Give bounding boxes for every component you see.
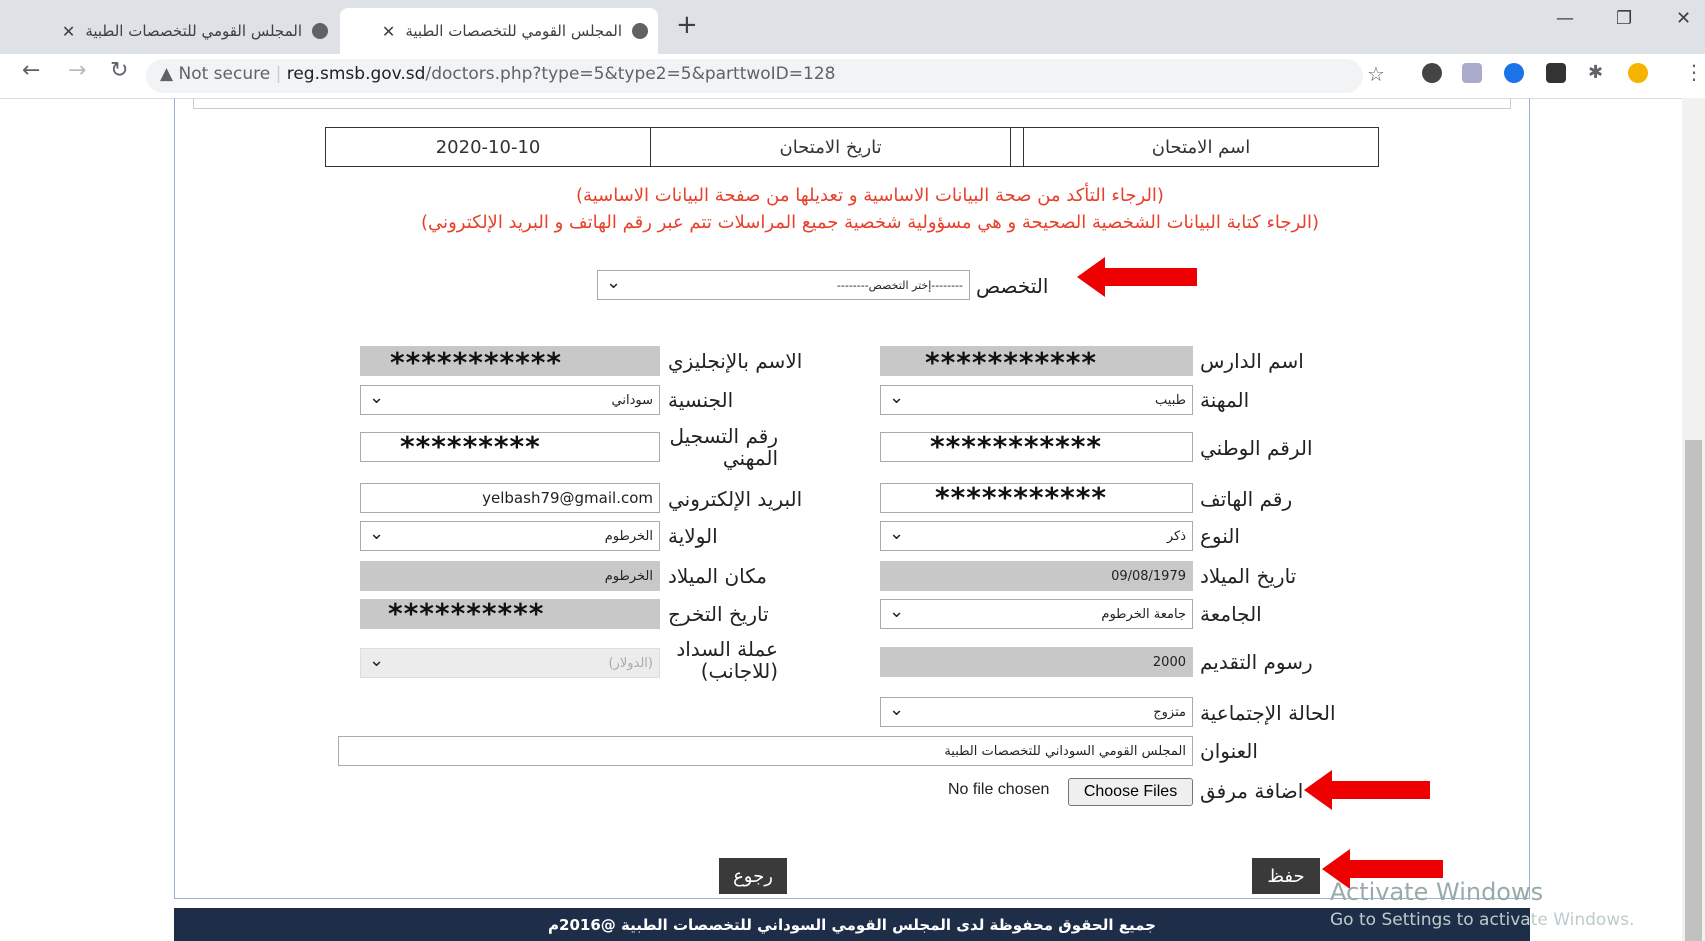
save-button[interactable]: حفظ xyxy=(1252,858,1320,894)
activation-watermark-sub: Go to Settings to activate Windows. xyxy=(1330,910,1635,930)
star-icon[interactable]: ☆ xyxy=(1367,62,1385,86)
student-name-mask: *********** xyxy=(925,346,1098,379)
nationality-select[interactable]: سوداني xyxy=(360,385,660,415)
university-label: الجامعة xyxy=(1200,602,1262,626)
nationality-value: سوداني xyxy=(611,392,653,408)
new-tab-icon[interactable]: + xyxy=(676,10,698,40)
nationality-label: الجنسية xyxy=(668,388,734,412)
tab-title: المجلس القومي للتخصصات الطبية xyxy=(85,22,302,40)
grad-date-mask: ********** xyxy=(388,597,545,630)
birth-date-label: تاريخ الميلاد xyxy=(1200,564,1297,588)
fees-field[interactable]: 2000 xyxy=(880,647,1193,677)
browser-tab-active[interactable]: المجلس القومي للتخصصات الطبية ✕ xyxy=(340,8,658,54)
url-host: reg.smsb.gov.sd xyxy=(286,64,426,84)
close-icon[interactable]: ✕ xyxy=(62,22,75,41)
birth-place-label: مكان الميلاد xyxy=(668,564,767,588)
restore-icon[interactable]: ❐ xyxy=(1616,8,1632,29)
globe-icon xyxy=(312,23,328,39)
back-icon[interactable]: ← xyxy=(22,58,40,83)
footer: جميع الحقوق محفوظة لدى المجلس القومي الس… xyxy=(174,908,1530,941)
currency-label: عملة السداد (للاجانب) xyxy=(676,637,778,683)
profession-select[interactable]: طبيب xyxy=(880,385,1193,415)
browser-tab[interactable]: المجلس القومي للتخصصات الطبية ✕ xyxy=(28,8,338,54)
specialty-placeholder: --------إختر التخصص-------- xyxy=(836,278,963,292)
activation-watermark: Activate Windows xyxy=(1330,878,1544,906)
url-text[interactable]: ▲ Not secure | reg.smsb.gov.sd/doctors.p… xyxy=(160,64,835,84)
reload-icon[interactable]: ↻ xyxy=(110,58,128,83)
back-button[interactable]: رجوع xyxy=(719,858,787,894)
extension-icon[interactable] xyxy=(1462,63,1482,83)
state-value: الخرطوم xyxy=(604,528,653,544)
address-label: العنوان xyxy=(1200,739,1258,763)
birth-date-value: 09/08/1979 xyxy=(1111,568,1186,584)
red-arrow xyxy=(1304,770,1430,810)
birth-date-field[interactable]: 09/08/1979 xyxy=(880,561,1193,591)
puzzle-icon[interactable]: ✱ xyxy=(1588,62,1603,83)
header-box xyxy=(193,98,1511,109)
email-value: yelbash79@gmail.com xyxy=(482,489,653,507)
reg-number-mask: ********* xyxy=(400,430,541,463)
file-status: No file chosen xyxy=(948,781,1050,798)
phone-label: رقم الهاتف xyxy=(1200,487,1293,511)
tab-title: المجلس القومي للتخصصات الطبية xyxy=(405,22,622,40)
birth-place-field[interactable]: الخرطوم xyxy=(360,561,660,591)
state-select[interactable]: الخرطوم xyxy=(360,521,660,551)
currency-value: (الدولار) xyxy=(608,655,653,671)
gender-label: النوع xyxy=(1200,524,1240,548)
note-personal-data: (الرجاء كتابة البيانات الشخصية الصحيحة و… xyxy=(421,212,1319,233)
grad-date-label: تاريخ التخرج xyxy=(668,602,769,626)
national-id-mask: *********** xyxy=(930,430,1103,463)
gender-select[interactable]: ذكر xyxy=(880,521,1193,551)
specialty-label: التخصص xyxy=(976,274,1049,298)
choose-files-button[interactable]: Choose Files xyxy=(1068,778,1193,806)
exam-date-header: تاريخ الامتحان xyxy=(650,128,1010,166)
student-name-label: اسم الدارس xyxy=(1200,349,1304,373)
email-field[interactable]: yelbash79@gmail.com xyxy=(360,483,660,513)
university-value: جامعة الخرطوم xyxy=(1101,606,1186,622)
birth-place-value: الخرطوم xyxy=(604,568,653,584)
fees-value: 2000 xyxy=(1152,654,1186,670)
state-label: الولاية xyxy=(668,524,718,548)
marital-label: الحالة الإجتماعية xyxy=(1200,701,1336,725)
security-label: Not secure xyxy=(178,64,271,84)
attachment-label: اضافة مرفق xyxy=(1200,779,1304,803)
address-value: المجلس القومي السوداني للتخصصات الطبية xyxy=(944,743,1186,759)
profession-value: طبيب xyxy=(1155,392,1186,408)
note-basic-data: (الرجاء التأكد من صحة البيانات الاساسية … xyxy=(576,185,1164,206)
marital-select[interactable]: متزوج xyxy=(880,697,1193,727)
minimize-icon[interactable]: — xyxy=(1556,8,1574,29)
national-id-label: الرقم الوطني xyxy=(1200,436,1313,460)
scrollbar-thumb[interactable] xyxy=(1685,440,1702,941)
avatar[interactable] xyxy=(1628,63,1648,83)
menu-icon[interactable]: ⋮ xyxy=(1684,60,1704,84)
english-name-label: الاسم بالإنجليزي xyxy=(668,349,803,373)
url-path: /doctors.php?type=5&type2=5&parttwoID=12… xyxy=(425,64,836,84)
english-name-mask: *********** xyxy=(390,346,563,379)
exam-name-header: اسم الامتحان xyxy=(1023,128,1378,166)
address-field[interactable]: المجلس القومي السوداني للتخصصات الطبية xyxy=(338,736,1193,766)
extension-icon[interactable] xyxy=(1422,63,1442,83)
profession-label: المهنة xyxy=(1200,388,1250,412)
red-arrow xyxy=(1322,849,1443,889)
phone-mask: *********** xyxy=(935,481,1108,514)
extension-icon[interactable] xyxy=(1546,63,1566,83)
reg-number-label: رقم التسجيل المهني xyxy=(669,424,778,470)
gender-value: ذكر xyxy=(1166,528,1186,544)
fees-label: رسوم التقديم xyxy=(1200,650,1313,674)
exam-date-value: 2020-10-10 xyxy=(435,136,541,158)
marital-value: متزوج xyxy=(1153,704,1186,720)
email-label: البريد الإلكتروني xyxy=(668,487,803,511)
close-icon[interactable]: ✕ xyxy=(382,22,395,41)
extension-icon[interactable] xyxy=(1504,63,1524,83)
close-window-icon[interactable]: ✕ xyxy=(1676,8,1691,29)
red-arrow xyxy=(1077,257,1197,297)
exam-name-cell xyxy=(1010,128,1023,166)
warning-icon: ▲ xyxy=(160,64,174,84)
forward-icon[interactable]: → xyxy=(68,58,86,83)
specialty-select[interactable]: --------إختر التخصص-------- xyxy=(597,270,970,300)
exam-table: اسم الامتحان تاريخ الامتحان 2020-10-10 xyxy=(325,127,1379,167)
university-select[interactable]: جامعة الخرطوم xyxy=(880,599,1193,629)
globe-icon xyxy=(632,23,648,39)
currency-select[interactable]: (الدولار) xyxy=(360,648,660,678)
